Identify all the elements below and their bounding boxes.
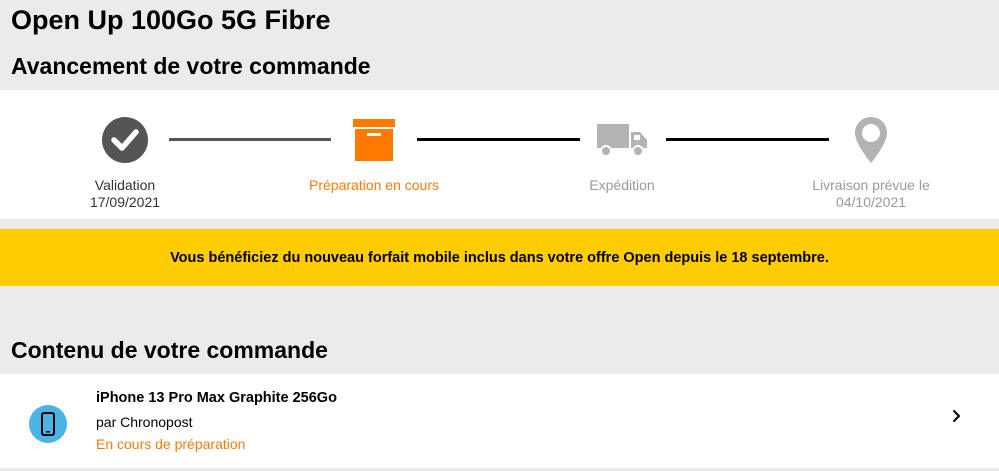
- info-banner-text: Vous bénéficiez du nouveau forfait mobil…: [170, 249, 829, 266]
- box-icon: [346, 112, 402, 168]
- step-label: Validation: [94, 177, 156, 193]
- smartphone-icon: [29, 405, 67, 443]
- step-label: Livraison prévue le: [812, 177, 930, 193]
- page-title: Open Up 100Go 5G Fibre: [11, 5, 331, 35]
- truck-icon: [594, 112, 650, 168]
- order-progress-tracker: Validation 17/09/2021 Préparation en cou…: [0, 90, 999, 219]
- item-carrier: par Chronopost: [96, 414, 193, 430]
- order-progress-heading: Avancement de votre commande: [11, 53, 371, 79]
- location-pin-icon: [843, 112, 899, 168]
- info-banner: Vous bénéficiez du nouveau forfait mobil…: [0, 229, 999, 286]
- step-label: Expédition: [589, 177, 655, 193]
- step-label: Préparation en cours: [309, 177, 439, 193]
- check-circle-icon: [97, 112, 153, 168]
- step-date: 17/09/2021: [89, 194, 161, 210]
- progress-connector: [169, 138, 331, 141]
- progress-connector: [666, 138, 829, 141]
- progress-connector: [417, 138, 580, 141]
- item-name: iPhone 13 Pro Max Graphite 256Go: [96, 390, 337, 406]
- chevron-right-icon[interactable]: [948, 408, 964, 424]
- step-date: 04/10/2021: [835, 194, 907, 210]
- order-contents-heading: Contenu de votre commande: [11, 337, 328, 363]
- order-item-card[interactable]: iPhone 13 Pro Max Graphite 256Go par Chr…: [0, 374, 999, 468]
- item-status: En cours de préparation: [96, 436, 246, 452]
